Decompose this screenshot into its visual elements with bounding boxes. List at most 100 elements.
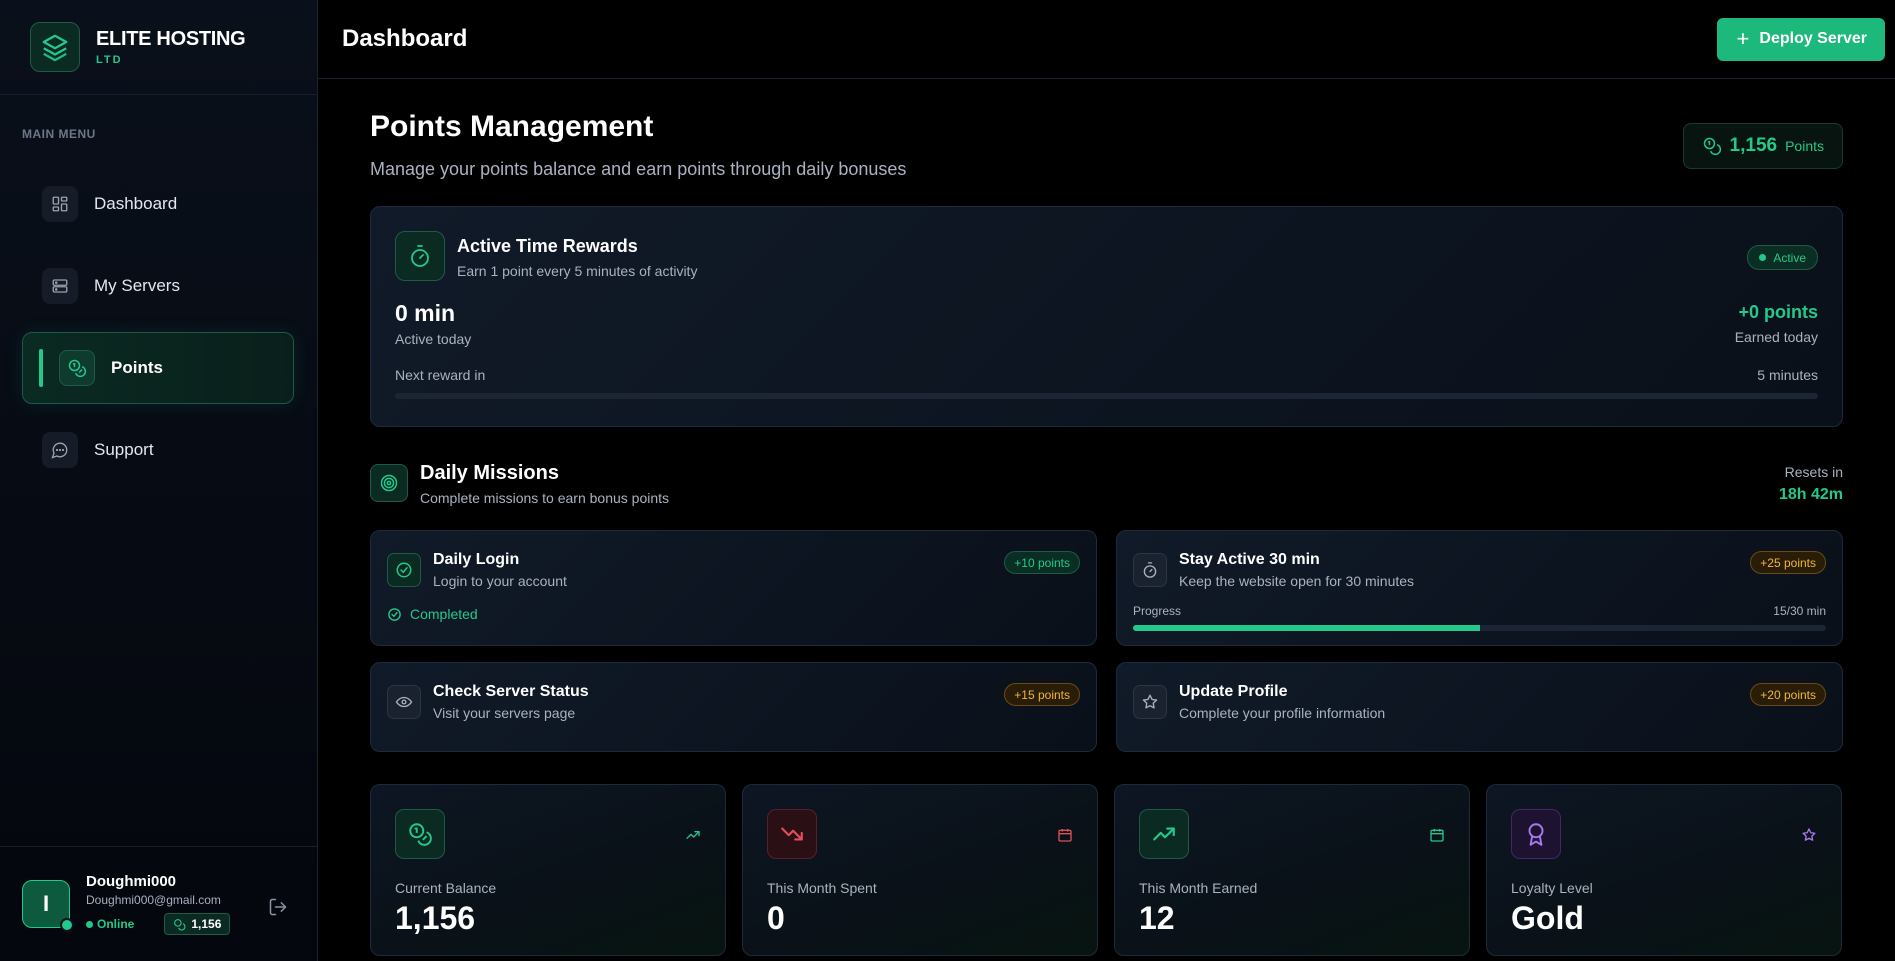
status-badge: Active (1747, 245, 1818, 270)
mission-reward-badge: +20 points (1750, 683, 1826, 706)
stopwatch-icon (395, 231, 445, 281)
mission-title: Stay Active 30 min (1179, 551, 1320, 568)
menu-label: MAIN MENU (22, 127, 96, 141)
sidebar-item-points[interactable]: Points (22, 332, 294, 404)
trending-down-icon (767, 809, 817, 859)
target-icon (370, 464, 408, 502)
user-panel: I Doughmi000 Doughmi000@gmail.com Online… (0, 846, 318, 961)
reset-countdown: 18h 42m (1778, 486, 1843, 503)
stat-card-current-balance: Current Balance 1,156 (370, 784, 726, 956)
coins-icon (1703, 137, 1721, 156)
stat-value: 1,156 (395, 900, 476, 936)
deploy-server-button[interactable]: + Deploy Server (1716, 17, 1885, 61)
star-icon (1133, 685, 1167, 719)
mission-progress-fill (1133, 625, 1480, 631)
avatar[interactable]: I (22, 880, 74, 932)
next-reward-value: 5 minutes (1757, 367, 1818, 383)
stopwatch-icon (1133, 553, 1167, 587)
mission-title: Update Profile (1179, 683, 1288, 700)
mission-progress-value: 15/30 min (1773, 604, 1826, 618)
page-subtitle: Manage your points balance and earn poin… (370, 159, 907, 179)
mission-completed-status: Completed (387, 606, 478, 622)
user-name: Doughmi000 (86, 873, 177, 890)
star-icon (1801, 827, 1817, 848)
user-email: Doughmi000@gmail.com (86, 893, 221, 907)
online-indicator (60, 918, 74, 932)
topbar: Dashboard + Deploy Server (318, 0, 1895, 79)
page-title: Points Management (370, 110, 654, 143)
mission-card-update-profile[interactable]: Update Profile Complete your profile inf… (1116, 662, 1843, 752)
points-page: Points Management Manage your points bal… (370, 79, 1843, 956)
mission-subtitle: Visit your servers page (433, 705, 576, 721)
app: ELITE HOSTING LTD MAIN MENU Dashboard My… (0, 0, 1895, 961)
plus-icon: + (1736, 26, 1750, 51)
logout-icon[interactable] (268, 897, 288, 922)
mission-title: Check Server Status (433, 683, 589, 700)
mission-subtitle: Complete your profile information (1179, 705, 1386, 721)
reset-label: Resets in (1784, 464, 1843, 480)
eye-icon (387, 685, 421, 719)
user-status: Online (86, 917, 134, 931)
page-header-title: Dashboard (342, 25, 468, 52)
points-label: Points (1785, 138, 1824, 154)
mission-card-stay-active[interactable]: Stay Active 30 min Keep the website open… (1116, 530, 1843, 646)
mission-reward-badge: +25 points (1750, 551, 1826, 574)
brand-sub: LTD (96, 54, 123, 66)
chat-icon (42, 432, 78, 468)
sidebar-item-dashboard[interactable]: Dashboard (22, 168, 294, 240)
mission-progress-label: Progress (1133, 604, 1182, 618)
rewards-subtitle: Earn 1 point every 5 minutes of activity (457, 263, 698, 279)
main-nav: Dashboard My Servers Points Support (22, 168, 294, 496)
brand-name: ELITE HOSTING (96, 28, 246, 50)
mission-subtitle: Keep the website open for 30 minutes (1179, 573, 1415, 589)
active-time-rewards-card: Active Time Rewards Earn 1 point every 5… (370, 206, 1843, 427)
grid-icon (42, 186, 78, 222)
missions-title: Daily Missions (420, 462, 559, 484)
next-reward-label: Next reward in (395, 367, 486, 383)
mission-status-text: Completed (410, 606, 478, 622)
check-circle-icon (388, 607, 401, 621)
layers-icon (30, 22, 80, 72)
mission-card-daily-login[interactable]: Daily Login Login to your account +10 po… (370, 530, 1097, 646)
stat-card-month-spent: This Month Spent 0 (742, 784, 1098, 956)
stat-label: Loyalty Level (1511, 880, 1593, 896)
deploy-server-label: Deploy Server (1759, 30, 1867, 47)
reward-progress-bar (395, 393, 1818, 399)
mission-title: Daily Login (433, 551, 520, 568)
stat-value: Gold (1511, 900, 1584, 936)
avatar-initial: I (42, 891, 50, 916)
trending-up-icon (685, 827, 701, 848)
user-points-value: 1,156 (191, 917, 222, 931)
sidebar-item-my-servers[interactable]: My Servers (22, 250, 294, 322)
mission-subtitle: Login to your account (433, 573, 567, 589)
earned-today-label: Earned today (1734, 329, 1818, 345)
sidebar-item-support[interactable]: Support (22, 414, 294, 486)
active-time-value: 0 min (395, 300, 456, 326)
sidebar: ELITE HOSTING LTD MAIN MENU Dashboard My… (0, 0, 318, 961)
page-head: Points Management Manage your points bal… (370, 79, 1843, 207)
mission-progress-bar (1133, 625, 1826, 631)
server-icon (42, 268, 78, 304)
missions-subtitle: Complete missions to earn bonus points (420, 490, 670, 506)
user-points-badge: 1,156 (164, 913, 231, 935)
rewards-title: Active Time Rewards (457, 236, 638, 256)
stat-value: 0 (767, 900, 785, 936)
main-content: Dashboard + Deploy Server Points Managem… (318, 0, 1895, 961)
calendar-icon (1429, 827, 1445, 848)
mission-reward-badge: +10 points (1004, 551, 1080, 574)
coins-icon (59, 350, 95, 386)
trending-up-icon (1139, 809, 1189, 859)
points-balance-pill: 1,156 Points (1682, 123, 1843, 169)
mission-card-check-server[interactable]: Check Server Status Visit your servers p… (370, 662, 1097, 752)
daily-missions-header: Daily Missions Complete missions to earn… (370, 462, 1843, 512)
active-time-label: Active today (395, 331, 472, 347)
brand[interactable]: ELITE HOSTING LTD (0, 0, 317, 95)
stat-card-loyalty-level: Loyalty Level Gold (1486, 784, 1842, 956)
earned-today-value: +0 points (1738, 302, 1818, 322)
stat-label: This Month Spent (767, 880, 877, 896)
stat-value: 12 (1139, 900, 1175, 936)
coins-icon (174, 918, 186, 930)
points-value: 1,156 (1729, 135, 1778, 156)
mission-reward-badge: +15 points (1004, 683, 1080, 706)
check-circle-icon (387, 553, 421, 587)
